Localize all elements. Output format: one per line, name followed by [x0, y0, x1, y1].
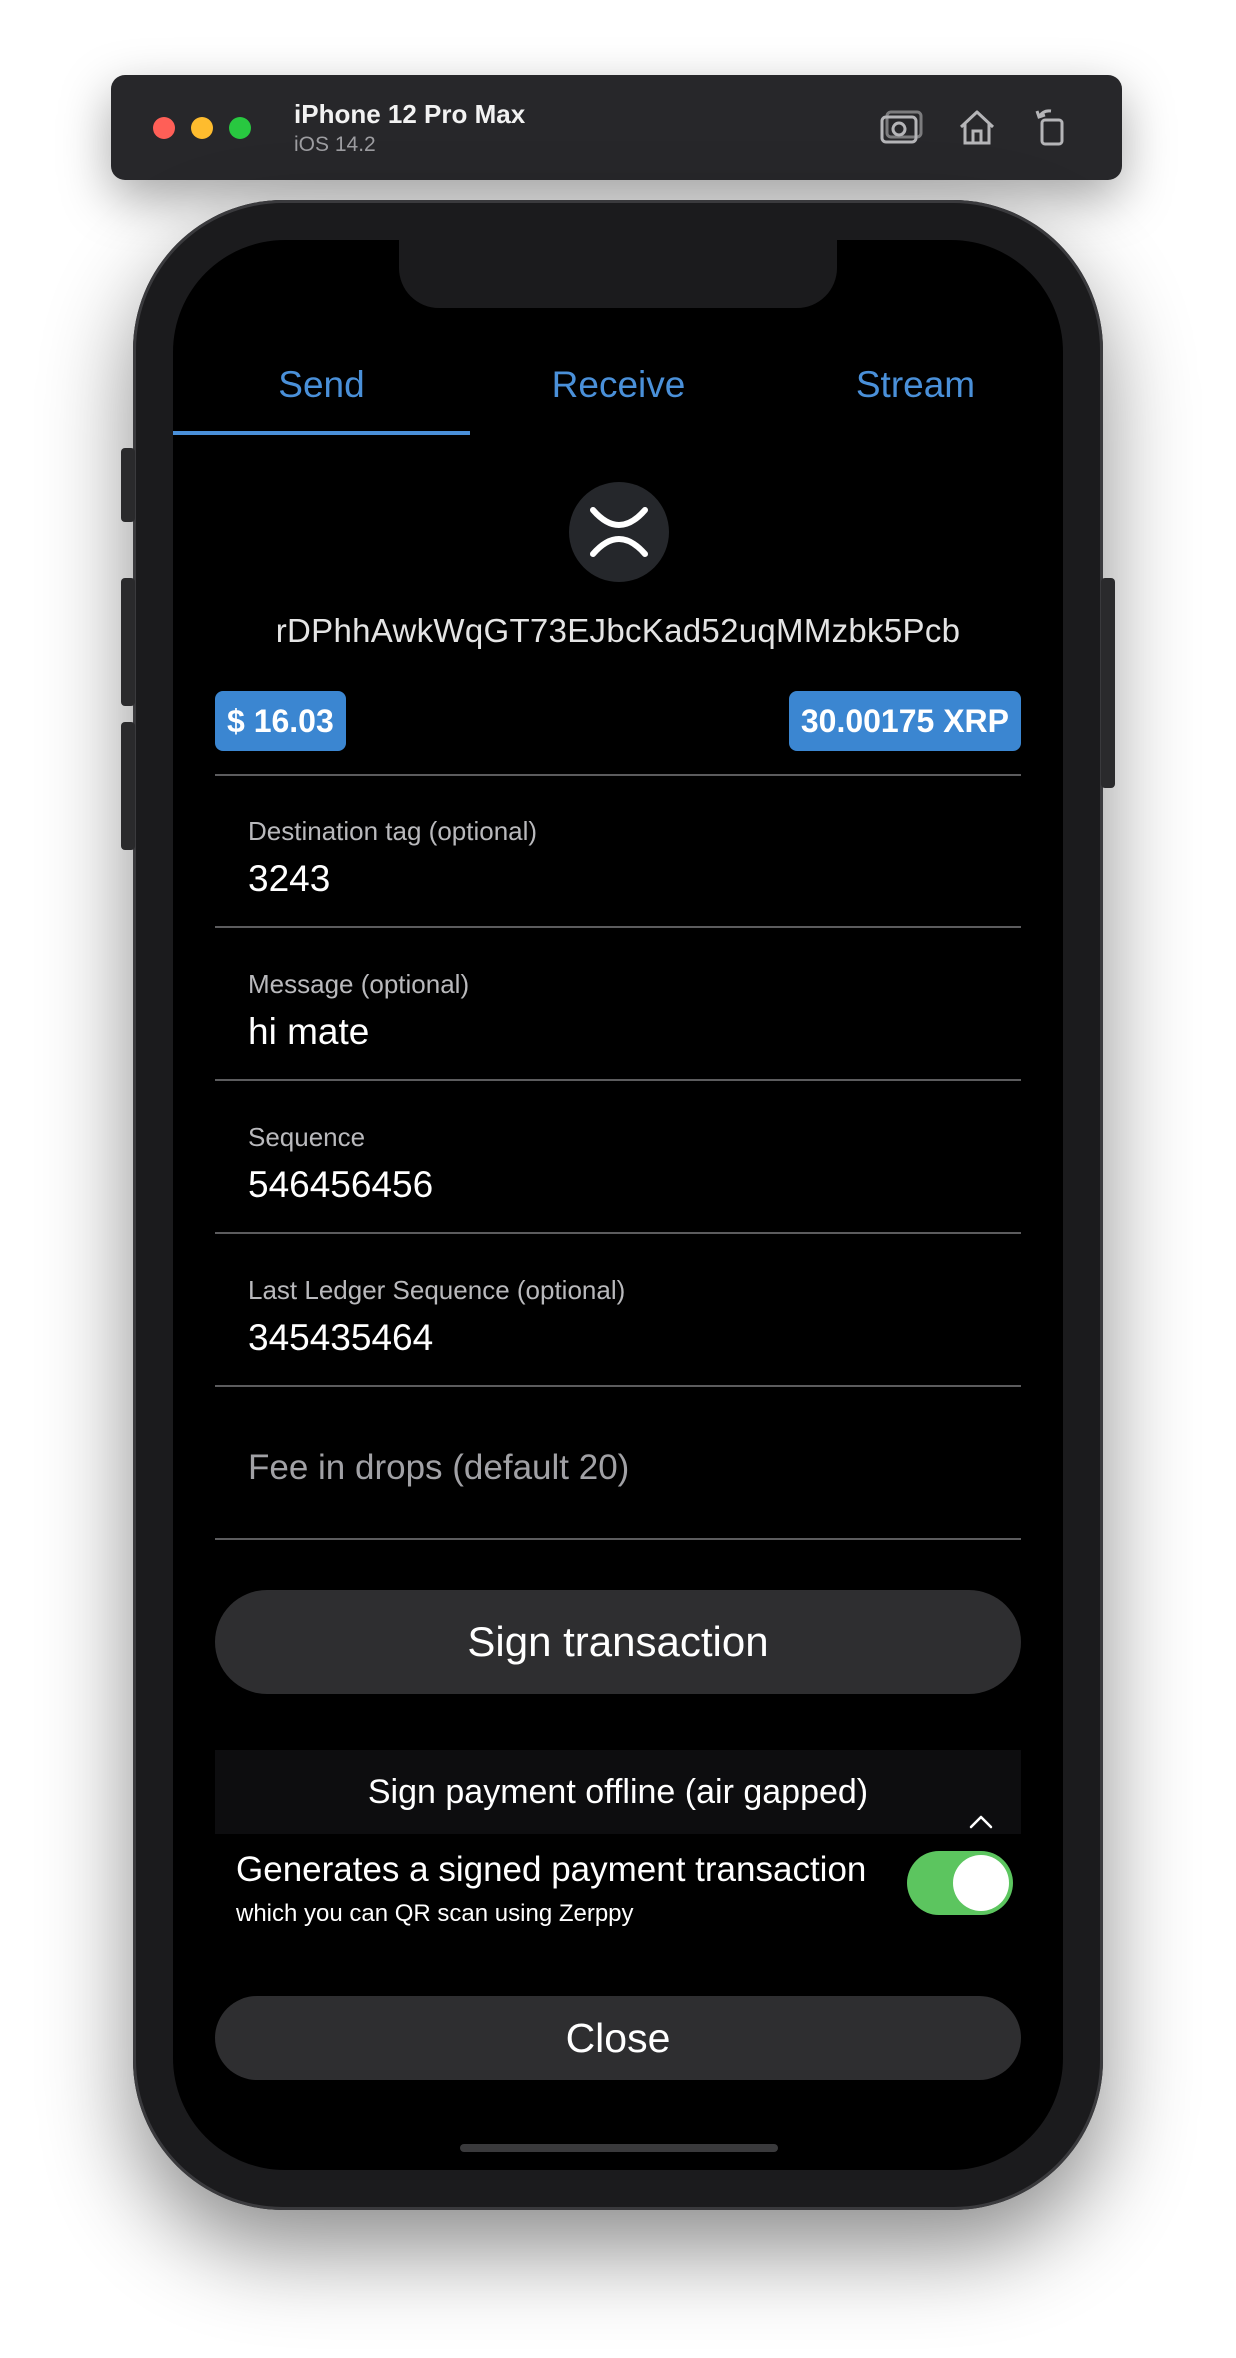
simulator-device-name: iPhone 12 Pro Max — [294, 99, 526, 129]
fee-placeholder: Fee in drops (default 20) — [248, 1448, 630, 1487]
sign-transaction-button[interactable]: Sign transaction — [215, 1590, 1021, 1694]
message-field[interactable]: Message (optional) hi mate — [215, 929, 1021, 1081]
xrp-balance-badge: 30.00175 XRP — [788, 691, 1021, 751]
xrp-logo-icon — [569, 482, 669, 582]
offline-sign-toggle[interactable] — [907, 1851, 1013, 1915]
tab-stream[interactable]: Stream — [767, 355, 1063, 435]
minimize-window-button[interactable] — [191, 117, 213, 139]
account-address: rDPhhAwkWqGT73EJbcKad52uqMMzbk5Pcb — [275, 612, 961, 649]
last-ledger-sequence-value[interactable]: 345435464 — [248, 1317, 433, 1359]
mute-switch — [121, 448, 135, 522]
usd-balance-badge: $ 16.03 — [215, 691, 346, 751]
volume-down-button — [121, 722, 135, 850]
toggle-knob — [953, 1855, 1009, 1911]
screenshot-icon[interactable] — [877, 105, 923, 149]
device-screen: Send Receive Stream rDPhhAwkWqGT73EJbcKa… — [173, 240, 1063, 2170]
close-window-button[interactable] — [153, 117, 175, 139]
tab-receive[interactable]: Receive — [470, 355, 767, 435]
zoom-window-button[interactable] — [229, 117, 251, 139]
home-icon[interactable] — [954, 105, 1000, 149]
device-frame: Send Receive Stream rDPhhAwkWqGT73EJbcKa… — [121, 200, 1115, 2210]
sign-offline-accordion-header[interactable]: Sign payment offline (air gapped) — [215, 1750, 1021, 1834]
scrolled-field-edge — [215, 750, 1021, 776]
close-button[interactable]: Close — [215, 1996, 1021, 2080]
destination-tag-value[interactable]: 3243 — [248, 858, 330, 900]
offline-option-subtitle: which you can QR scan using Zerppy — [236, 1900, 634, 1927]
fee-field[interactable]: Fee in drops (default 20) — [215, 1388, 1021, 1540]
volume-up-button — [121, 578, 135, 706]
last-ledger-sequence-label: Last Ledger Sequence (optional) — [248, 1275, 626, 1305]
last-ledger-sequence-field[interactable]: Last Ledger Sequence (optional) 34543546… — [215, 1235, 1021, 1387]
message-label: Message (optional) — [248, 969, 470, 999]
sequence-label: Sequence — [248, 1122, 366, 1152]
tab-bar: Send Receive Stream — [173, 355, 1063, 435]
side-power-button — [1101, 578, 1115, 788]
simulator-os-version: iOS 14.2 — [294, 133, 376, 156]
chevron-up-icon[interactable] — [967, 1780, 995, 1829]
sequence-value[interactable]: 546456456 — [248, 1164, 433, 1206]
destination-tag-field[interactable]: Destination tag (optional) 3243 — [215, 776, 1021, 928]
home-indicator — [460, 2144, 778, 2152]
tab-send[interactable]: Send — [173, 355, 470, 435]
simulator-title-bar: iPhone 12 Pro Max iOS 14.2 — [111, 75, 1122, 180]
notch — [399, 240, 837, 308]
offline-option-title: Generates a signed payment transaction — [236, 1850, 867, 1889]
sequence-field[interactable]: Sequence 546456456 — [215, 1082, 1021, 1234]
sign-offline-title: Sign payment offline (air gapped) — [367, 1773, 869, 1811]
destination-tag-label: Destination tag (optional) — [248, 816, 538, 846]
active-tab-indicator — [173, 431, 470, 435]
message-value[interactable]: hi mate — [248, 1011, 369, 1053]
rotate-icon[interactable] — [1029, 105, 1075, 149]
